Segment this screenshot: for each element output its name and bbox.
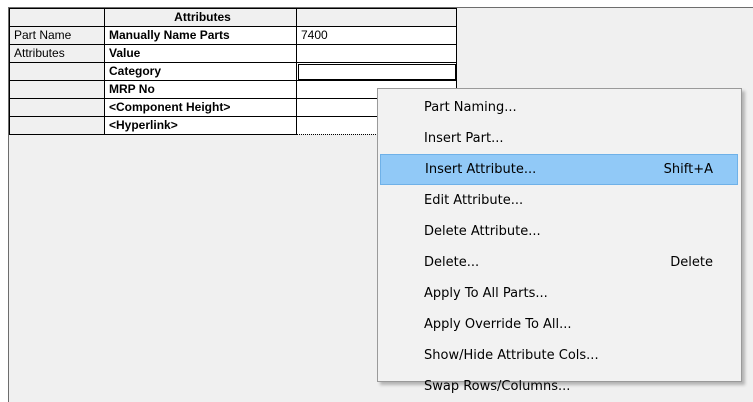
attribute-name-cell[interactable]: MRP No	[104, 80, 297, 99]
menu-item-part-naming[interactable]: Part Naming...	[380, 92, 738, 123]
menu-item-label: Edit Attribute...	[424, 193, 524, 208]
part-name-value-cell[interactable]: 7400	[296, 26, 457, 45]
menu-item-swap-rows-columns[interactable]: Swap Rows/Columns...	[380, 371, 738, 402]
attribute-name-cell[interactable]: Category	[104, 62, 297, 81]
column-header-part[interactable]	[296, 8, 457, 27]
row-header-cell[interactable]	[9, 116, 105, 135]
menu-item-shortcut: Shift+A	[663, 162, 713, 177]
menu-item-label: Show/Hide Attribute Cols...	[424, 348, 599, 363]
menu-item-insert-part[interactable]: Insert Part...	[380, 123, 738, 154]
context-menu: Part Naming... Insert Part... Insert Att…	[377, 88, 742, 394]
grid-corner-cell	[9, 8, 105, 27]
table-row: Attributes Value	[9, 44, 457, 63]
menu-item-shortcut: Delete	[670, 255, 713, 270]
menu-item-insert-attribute[interactable]: Insert Attribute... Shift+A	[380, 154, 738, 185]
grid-header-row: Attributes	[9, 8, 457, 27]
menu-item-label: Apply To All Parts...	[424, 286, 548, 301]
row-header-attributes[interactable]: Attributes	[9, 44, 105, 63]
attribute-value-cell[interactable]	[296, 44, 457, 63]
row-header-part-name[interactable]: Part Name	[9, 26, 105, 45]
menu-item-label: Insert Part...	[424, 131, 504, 146]
menu-item-show-hide-attribute-cols[interactable]: Show/Hide Attribute Cols...	[380, 340, 738, 371]
attribute-name-cell[interactable]: <Component Height>	[104, 98, 297, 117]
row-header-cell[interactable]	[9, 80, 105, 99]
attribute-name-cell[interactable]: Manually Name Parts	[104, 26, 297, 45]
menu-item-delete[interactable]: Delete... Delete	[380, 247, 738, 278]
table-row: Part Name Manually Name Parts 7400	[9, 26, 457, 45]
menu-item-delete-attribute[interactable]: Delete Attribute...	[380, 216, 738, 247]
menu-item-edit-attribute[interactable]: Edit Attribute...	[380, 185, 738, 216]
menu-item-label: Delete...	[424, 255, 480, 270]
attribute-name-cell[interactable]: <Hyperlink>	[104, 116, 297, 135]
menu-item-label: Apply Override To All...	[424, 317, 572, 332]
column-header-attributes[interactable]: Attributes	[104, 8, 297, 27]
menu-item-label: Swap Rows/Columns...	[424, 379, 571, 394]
attribute-name-cell[interactable]: Value	[104, 44, 297, 63]
row-header-cell[interactable]	[9, 62, 105, 81]
menu-item-apply-to-all-parts[interactable]: Apply To All Parts...	[380, 278, 738, 309]
selected-value-cell[interactable]	[296, 62, 457, 81]
menu-item-apply-override-to-all[interactable]: Apply Override To All...	[380, 309, 738, 340]
table-row: Category	[9, 62, 457, 81]
row-header-cell[interactable]	[9, 98, 105, 117]
menu-item-label: Insert Attribute...	[425, 162, 537, 177]
menu-item-label: Delete Attribute...	[424, 224, 541, 239]
menu-item-label: Part Naming...	[424, 100, 517, 115]
